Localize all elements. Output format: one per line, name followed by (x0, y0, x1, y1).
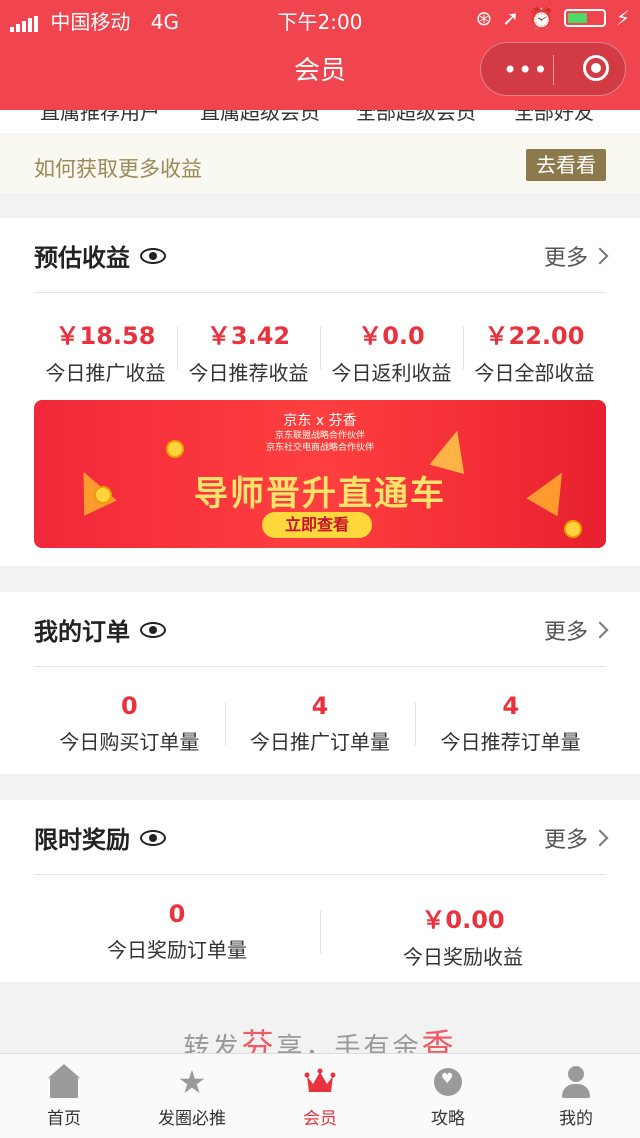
alarm-icon: ⏰ (529, 6, 554, 30)
stat-item[interactable]: ￥0.00 今日奖励收益 (320, 900, 606, 970)
limited-reward-card: 限时奖励 更多 0 今日奖励订单量 ￥0.00 今日奖励收益 (0, 800, 640, 982)
chevron-right-icon (591, 829, 609, 847)
go-see-button[interactable]: 去看看 (526, 149, 606, 181)
stat-item[interactable]: 4 今日推荐订单量 (415, 692, 606, 755)
earnings-stats: ￥18.58 今日推广收益 ￥3.42 今日推荐收益 ￥0.0 今日返利收益 ￥22.… (34, 316, 606, 386)
status-bar: 中国移动 4G 下午2:00 ⊛ ➚ ⏰ ⚡ (10, 6, 630, 34)
eye-icon[interactable] (140, 247, 166, 264)
banner-cta-button[interactable]: 立即查看 (262, 512, 372, 538)
tab-moments[interactable]: ★ 发圈必推 (128, 1054, 256, 1138)
how-to-earn-bar: 如何获取更多收益 去看看 (0, 134, 640, 193)
status-icons: ⊛ ➚ ⏰ ⚡ (476, 6, 630, 30)
bottom-tab-bar: 首页 ★ 发圈必推 会员 攻略 我的 (0, 1053, 640, 1138)
section-title: 限时奖励 (34, 820, 166, 855)
more-link[interactable]: 更多 (544, 822, 609, 854)
heart-circle-icon (432, 1066, 464, 1098)
banner-logo: 京东 x 芬香 (283, 413, 357, 429)
partial-stats-row: 直属推荐用户 直属超级会员 全部超级会员 全部好友 (0, 110, 640, 134)
partial-label: 直属超级会员 (200, 110, 320, 124)
order-stats: 0 今日购买订单量 4 今日推广订单量 4 今日推荐订单量 (34, 692, 606, 755)
more-link[interactable]: 更多 (544, 614, 609, 646)
section-title: 预估收益 (34, 238, 166, 273)
partial-label: 直属推荐用户 (40, 110, 160, 124)
stat-item[interactable]: ￥3.42 今日推荐收益 (177, 316, 320, 386)
crown-icon (304, 1066, 336, 1098)
partial-label: 全部好友 (514, 110, 594, 124)
stat-item[interactable]: 0 今日奖励订单量 (34, 900, 320, 970)
partial-label: 全部超级会员 (356, 110, 476, 124)
close-target-icon[interactable] (583, 55, 609, 81)
stat-item[interactable]: 0 今日购买订单量 (34, 692, 225, 755)
tab-mine[interactable]: 我的 (512, 1054, 640, 1138)
how-to-earn-text: 如何获取更多收益 (34, 157, 202, 181)
tab-member[interactable]: 会员 (256, 1054, 384, 1138)
tab-home[interactable]: 首页 (0, 1054, 128, 1138)
more-menu-icon[interactable]: ••• (503, 56, 548, 84)
tab-guide[interactable]: 攻略 (384, 1054, 512, 1138)
promo-banner[interactable]: 京东 x 芬香 京东联盟战略合作伙伴 京东社交电商战略合作伙伴 导师晋升直通车 立… (34, 400, 606, 548)
chevron-right-icon (591, 247, 609, 265)
person-icon (560, 1066, 592, 1098)
my-orders-card: 我的订单 更多 0 今日购买订单量 4 今日推广订单量 4 今日推荐订单量 (0, 592, 640, 774)
chevron-right-icon (591, 621, 609, 639)
section-title: 我的订单 (34, 612, 166, 647)
star-icon: ★ (177, 1063, 207, 1101)
charging-icon: ⚡ (615, 6, 630, 30)
location-icon: ➚ (502, 6, 520, 30)
stat-item[interactable]: ￥22.00 今日全部收益 (463, 316, 606, 386)
eye-icon[interactable] (140, 621, 166, 638)
mini-program-capsule: ••• (480, 42, 626, 96)
stat-item[interactable]: 4 今日推广订单量 (224, 692, 416, 755)
banner-subtitle: 京东联盟战略合作伙伴 京东社交电商战略合作伙伴 (265, 431, 374, 453)
battery-icon (563, 9, 606, 27)
stat-item[interactable]: ￥18.58 今日推广收益 (34, 316, 177, 386)
stat-item[interactable]: ￥0.0 今日返利收益 (320, 316, 463, 386)
reward-stats: 0 今日奖励订单量 ￥0.00 今日奖励收益 (34, 900, 606, 970)
eye-icon[interactable] (140, 829, 166, 846)
banner-headline: 导师晋升直通车 (194, 474, 446, 514)
lock-rotation-icon: ⊛ (475, 6, 493, 30)
more-link[interactable]: 更多 (544, 240, 609, 272)
home-icon (48, 1064, 80, 1098)
top-bar: 中国移动 4G 下午2:00 ⊛ ➚ ⏰ ⚡ 会员 ••• (0, 0, 640, 110)
